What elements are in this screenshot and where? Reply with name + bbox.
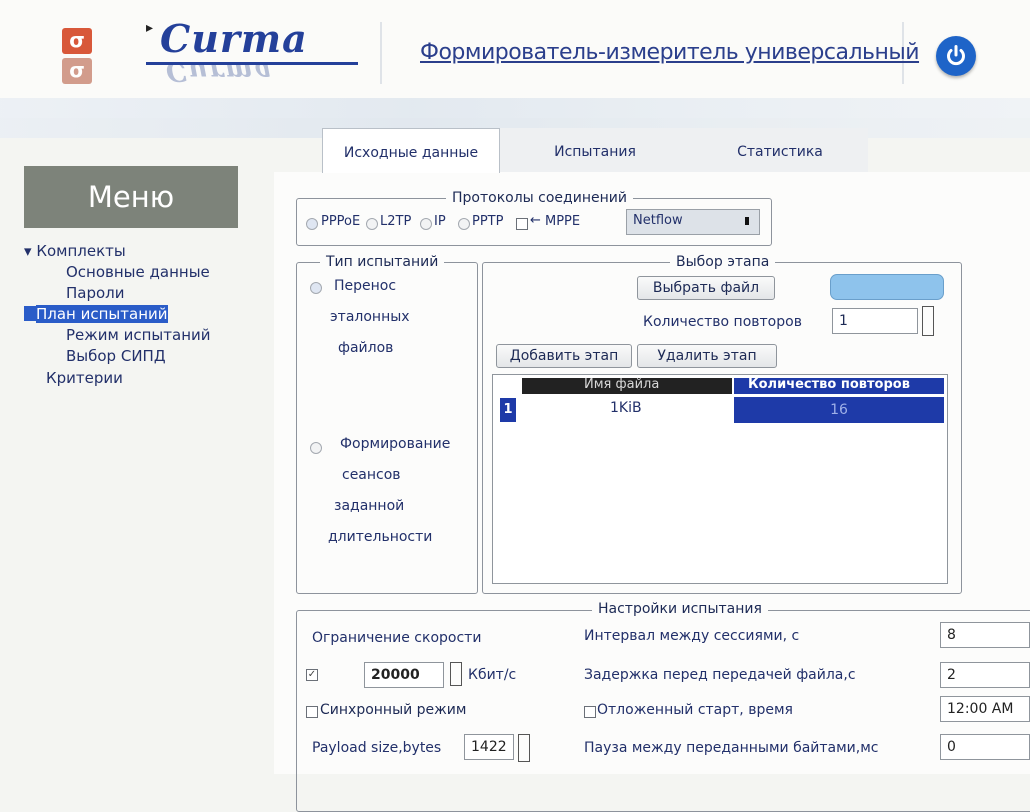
deferred-start-input[interactable]: 12:00 AM (940, 696, 1030, 722)
deferred-start-checkbox[interactable] (584, 706, 596, 718)
table-cell-filename[interactable]: 1KiB (610, 400, 642, 416)
radio-l2tp[interactable] (366, 218, 378, 230)
table-cell-repeats[interactable]: 16 (734, 397, 944, 423)
radio-pptp-label: PPTP (472, 214, 504, 229)
sync-mode-label: Синхронный режим (320, 702, 467, 718)
radio-pptp[interactable] (458, 218, 470, 230)
deferred-start-label: Отложенный старт, время (597, 702, 793, 718)
app-title: Формирователь-измеритель универсальный (420, 40, 920, 65)
file-indicator (830, 274, 944, 300)
sidebar-item-test-mode[interactable]: Режим испытаний (66, 326, 211, 344)
tab-source-data[interactable]: Исходные данные (322, 128, 500, 173)
brand-underline (146, 62, 358, 65)
column-repeats: Количество повторов (748, 377, 910, 392)
speed-input[interactable]: 20000 (364, 662, 444, 688)
sidebar-item-basic-data[interactable]: Основные данные (66, 263, 210, 281)
session-generation-line-1: Формирование (340, 436, 451, 452)
speed-unit: Кбит/с (468, 667, 517, 683)
netflow-select-value: Netflow (633, 213, 683, 228)
radio-pppoe[interactable] (306, 218, 318, 230)
settings-legend: Настройки испытания (592, 601, 768, 617)
speed-stepper[interactable] (450, 662, 462, 686)
delay-label: Задержка перед передачей файла,с (584, 667, 856, 683)
payload-input[interactable]: 1422 (464, 734, 514, 760)
test-type-legend: Тип испытаний (320, 254, 445, 270)
sidebar-item-label: Комплекты (36, 242, 126, 260)
sidebar-item-komplekty[interactable]: ▾ Комплекты (24, 242, 126, 260)
cursor-icon: ▸ (146, 20, 154, 36)
sidebar-item-sipd[interactable]: Выбор СИПД (66, 347, 166, 365)
tab-statistics[interactable]: Статистика (700, 128, 860, 172)
checkbox-mppe-label: MPPE (545, 214, 581, 229)
arrow-left-icon: ← (530, 213, 541, 228)
session-generation-line-2: сеансов (342, 467, 401, 483)
interval-label: Интервал между сессиями, с (584, 628, 800, 644)
delay-input[interactable]: 2 (940, 662, 1030, 688)
power-button[interactable] (936, 36, 976, 76)
logo-sigma-icon: σ (62, 28, 92, 54)
selection-marker (24, 306, 36, 321)
sidebar-item-test-plan[interactable]: План испытаний (24, 305, 168, 323)
radio-ip-label: IP (434, 214, 446, 229)
menu-header: Меню (24, 166, 238, 228)
column-filename: Имя файла (584, 377, 660, 392)
repeats-input[interactable]: 1 (832, 308, 918, 334)
radio-pppoe-label: PPPoE (321, 214, 361, 229)
remove-stage-button[interactable]: Удалить этап (637, 344, 777, 368)
table-row-index[interactable]: 1 (500, 398, 516, 422)
brand-name: Curma (160, 16, 308, 61)
netflow-select[interactable]: Netflow (626, 209, 760, 235)
radio-l2tp-label: L2TP (380, 214, 412, 229)
sidebar-item-passwords[interactable]: Пароли (66, 284, 125, 302)
checkbox-mppe[interactable] (516, 218, 528, 230)
logo-glyph: σ (69, 28, 85, 52)
protocols-legend: Протоколы соединений (446, 190, 633, 206)
repeats-stepper[interactable] (922, 306, 934, 336)
radio-file-transfer[interactable] (310, 282, 322, 294)
brand-reflection: Curma (166, 56, 274, 86)
session-generation-line-4: длительности (328, 529, 433, 545)
header-divider (380, 22, 382, 84)
collapse-icon[interactable]: ▾ (24, 242, 32, 260)
stage-legend: Выбор этапа (670, 254, 776, 270)
dropdown-icon (745, 217, 749, 225)
pause-label: Пауза между переданными байтами,мс (584, 740, 879, 756)
radio-ip[interactable] (420, 218, 432, 230)
sync-mode-checkbox[interactable] (306, 706, 318, 718)
speed-limit-label: Ограничение скорости (312, 630, 482, 646)
sidebar-item-label: План испытаний (36, 305, 168, 323)
payload-stepper[interactable] (518, 734, 530, 762)
logo-sigma-reflection-icon: σ (62, 58, 92, 84)
logo-glyph-reflection: σ (69, 58, 85, 82)
file-transfer-line-3: файлов (338, 340, 394, 356)
repeats-label: Количество повторов (643, 314, 802, 330)
choose-file-button[interactable]: Выбрать файл (637, 276, 775, 300)
sidebar-item-criteria[interactable]: Критерии (46, 369, 123, 387)
pause-input[interactable]: 0 (940, 734, 1030, 760)
add-stage-button[interactable]: Добавить этап (496, 344, 632, 368)
session-generation-line-3: заданной (334, 498, 405, 514)
tab-tests[interactable]: Испытания (520, 128, 670, 172)
speed-limit-checkbox[interactable]: ✓ (306, 669, 318, 681)
power-icon (947, 45, 965, 66)
payload-label: Payload size,bytes (312, 740, 442, 756)
file-transfer-line-2: эталонных (330, 309, 410, 325)
radio-session-generation[interactable] (310, 442, 322, 454)
interval-input[interactable]: 8 (940, 622, 1030, 648)
file-transfer-line-1: Перенос (334, 278, 397, 294)
